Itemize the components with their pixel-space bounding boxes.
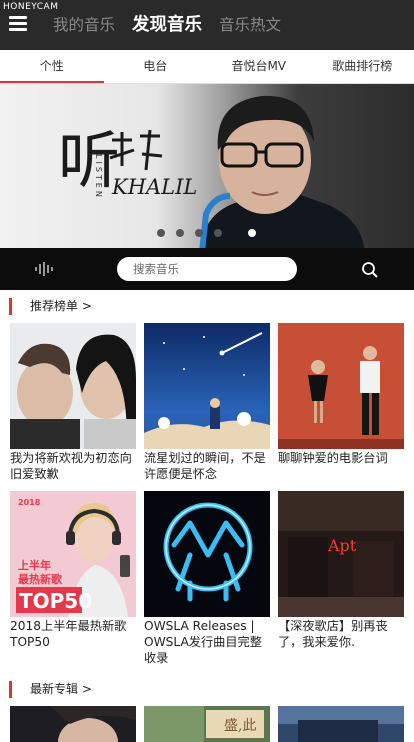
playlist-cover — [144, 323, 270, 449]
tab-yinyuetai-mv[interactable]: 音悦台MV — [207, 50, 311, 83]
tab-personal[interactable]: 个性 — [0, 50, 104, 83]
album-card[interactable] — [10, 706, 136, 742]
carousel-dot[interactable] — [195, 229, 203, 237]
cover-text-line1: 上半年 — [18, 558, 51, 572]
album-card[interactable] — [278, 706, 404, 742]
recommended-lists-link[interactable]: 推荐榜单 > — [30, 298, 92, 315]
playlist-title: 流星划过的瞬间，不是许愿便是怀念 — [144, 451, 266, 481]
tab-song-charts[interactable]: 歌曲排行榜 — [311, 50, 414, 83]
carousel-dot[interactable] — [214, 229, 222, 237]
album-card[interactable]: 盛,此 — [144, 706, 270, 742]
album-cover — [278, 706, 404, 742]
playlist-cover: Apt — [278, 491, 404, 617]
search-bar — [0, 248, 414, 290]
cover-text-top50: TOP50 — [19, 589, 92, 613]
new-albums-link[interactable]: 最新专辑 > — [30, 681, 92, 698]
tab-radio[interactable]: 电台 — [104, 50, 208, 83]
playlist-title: 我为将新欢视为初恋向旧爱致歉 — [10, 451, 132, 481]
banner-artwork: 听 LISTEN KHALIL — [58, 95, 364, 248]
cover-neon-sign: Apt — [327, 536, 357, 555]
nav-music-articles[interactable]: 音乐热文 — [219, 0, 281, 50]
carousel-dot[interactable] — [157, 229, 165, 237]
sub-tabs: 个性 电台 音悦台MV 歌曲排行榜 — [0, 50, 414, 84]
banner-portrait — [199, 95, 364, 248]
playlist-title: 2018上半年最热新歌TOP50 — [10, 619, 127, 649]
playlist-cover — [10, 323, 136, 449]
section-accent-bar — [9, 298, 12, 315]
album-cover-text: 盛,此 — [224, 718, 256, 734]
playlist-cover — [278, 323, 404, 449]
playlist-cover — [144, 491, 270, 617]
watermark: HONEYCAM — [3, 2, 59, 12]
playlist-title: 聊聊钟爱的电影台词 — [278, 451, 388, 465]
nav-discover-music[interactable]: 发现音乐 — [132, 0, 202, 50]
banner-art-main-char: 听 — [58, 124, 120, 197]
album-cover: 盛,此 — [144, 706, 270, 742]
section-accent-bar — [9, 681, 12, 698]
playlist-title: OWSLA Releases | OWSLA发行曲目完整收录 — [144, 619, 262, 665]
cover-text-line2: 最热新歌 — [18, 572, 63, 586]
carousel-dot[interactable] — [176, 229, 184, 237]
cover-text-year: 2018 — [18, 498, 41, 507]
nav-my-music[interactable]: 我的音乐 — [53, 0, 115, 50]
playlist-cover: 2018 上半年 最热新歌 TOP50 — [10, 491, 136, 617]
album-cover — [10, 706, 136, 742]
sound-wave-icon[interactable] — [34, 262, 54, 276]
carousel-dot-active[interactable] — [248, 229, 256, 237]
banner-art-name: KHALIL — [111, 175, 197, 199]
search-icon[interactable] — [361, 261, 379, 279]
search-input[interactable] — [117, 257, 297, 281]
banner-carousel[interactable]: 听 LISTEN KHALIL — [0, 84, 414, 248]
banner-art-vertical-text: LISTEN — [94, 154, 103, 200]
hamburger-menu-icon[interactable] — [9, 16, 27, 31]
top-nav-bar: 我的音乐 发现音乐 音乐热文 — [0, 0, 414, 50]
playlist-title: 【深夜歌店】别再丧了，我来爱你. — [278, 619, 388, 649]
